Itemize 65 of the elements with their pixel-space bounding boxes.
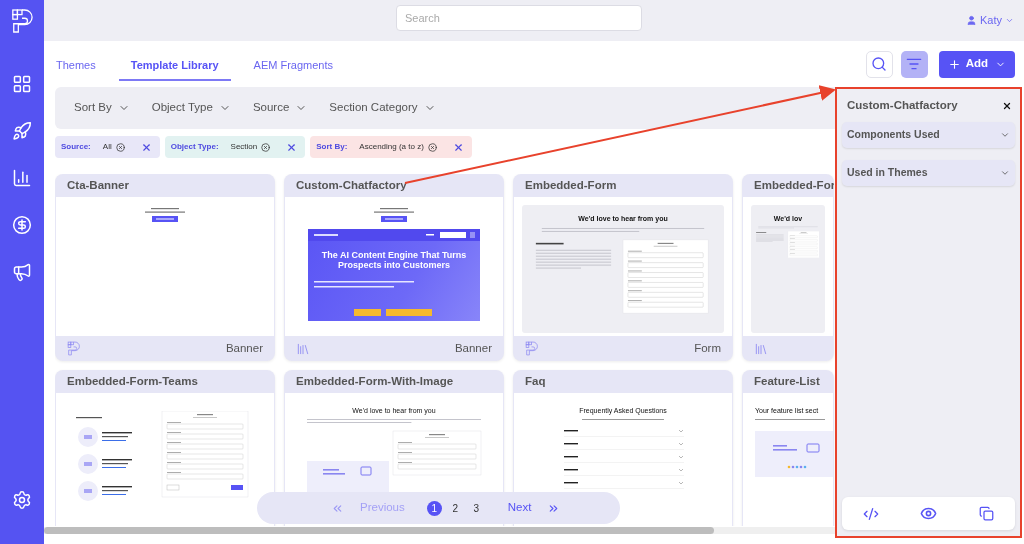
rocket-icon[interactable] xyxy=(12,121,32,141)
remove-icon[interactable] xyxy=(286,141,298,153)
filter-button[interactable] xyxy=(900,50,928,78)
accordion-header[interactable]: Used in Themes xyxy=(842,160,1015,187)
filter-icon xyxy=(906,56,923,72)
page-button[interactable]: 1 xyxy=(426,500,442,516)
user-menu[interactable]: Katy xyxy=(966,12,1014,29)
category-label: Banner xyxy=(454,340,492,356)
filter-dropdown[interactable]: Sort By xyxy=(74,99,130,117)
chip-label: Object Type: xyxy=(170,141,219,153)
category-label: Form xyxy=(694,340,721,356)
banner-headline: The AI Content Engine That Turns Prospects into Customers xyxy=(320,250,468,270)
user-icon xyxy=(966,15,977,26)
tab[interactable]: Themes xyxy=(55,51,97,81)
accordion-header[interactable]: Components Used xyxy=(842,122,1015,149)
settings-icon[interactable] xyxy=(12,490,32,510)
remove-icon[interactable] xyxy=(452,141,464,153)
chip-value: Section xyxy=(230,141,258,153)
tab[interactable]: Template Library xyxy=(118,51,231,81)
library-icon xyxy=(296,341,310,356)
clear-icon[interactable] xyxy=(261,142,271,152)
card-title: Cta-Banner xyxy=(66,177,130,193)
chart-icon[interactable] xyxy=(12,168,32,188)
chevron-icon xyxy=(1005,16,1014,25)
logo-icon xyxy=(67,341,80,356)
filter-dropdown[interactable]: Section Category xyxy=(329,99,436,117)
clear-icon[interactable] xyxy=(427,142,437,152)
copy-icon[interactable] xyxy=(979,506,995,521)
page-button[interactable]: 3 xyxy=(468,500,484,516)
search-field[interactable]: Search xyxy=(396,5,642,31)
preview-icon[interactable] xyxy=(920,505,938,522)
template-card[interactable]: Cta-Banner Banner xyxy=(55,174,275,361)
card-title: Faq xyxy=(524,373,547,389)
megaphone-icon[interactable] xyxy=(12,262,32,282)
card-title: Feature-List xyxy=(753,373,821,389)
filter-dropdown[interactable]: Source xyxy=(252,99,308,117)
filter-dropdown[interactable]: Object Type xyxy=(151,99,231,117)
tab[interactable]: AEM Fragments xyxy=(252,51,335,81)
template-card[interactable]: Custom-Chatfactory The AI Content Engine That Turns Prospects into Customers Banner xyxy=(284,174,504,361)
search-icon xyxy=(871,56,888,72)
clear-icon[interactable] xyxy=(115,142,125,152)
scrollbar[interactable] xyxy=(44,527,835,534)
plus-icon xyxy=(947,57,961,71)
card-title: Custom-Chatfactory xyxy=(295,177,408,193)
card-title: Embedded-Form xyxy=(524,177,618,193)
remove-icon[interactable] xyxy=(140,141,152,153)
logo-icon xyxy=(525,341,538,356)
card-title: Embedded-Form-With-Image xyxy=(295,373,455,389)
card-title: Embedded-Form-Teams xyxy=(66,373,199,389)
close-icon[interactable] xyxy=(1002,100,1012,111)
template-card[interactable]: Embedded-Form-Teams xyxy=(55,370,275,526)
page-button[interactable]: 2 xyxy=(447,500,463,516)
panel-title: Custom-Chatfactory xyxy=(847,98,958,113)
library-icon xyxy=(754,341,768,356)
search-button[interactable] xyxy=(865,50,893,78)
chip-label: Source: xyxy=(61,141,91,153)
dollar-icon[interactable] xyxy=(12,215,32,235)
chip-value: Ascending (a to z) xyxy=(359,141,424,153)
chip-label: Sort By: xyxy=(316,141,348,153)
chip-value: All xyxy=(102,141,112,153)
grid-icon[interactable] xyxy=(12,74,32,94)
category-label: Banner xyxy=(225,340,263,356)
code-icon[interactable] xyxy=(862,505,879,522)
logo-icon xyxy=(11,8,33,34)
add-button[interactable]: Add xyxy=(938,50,1015,78)
